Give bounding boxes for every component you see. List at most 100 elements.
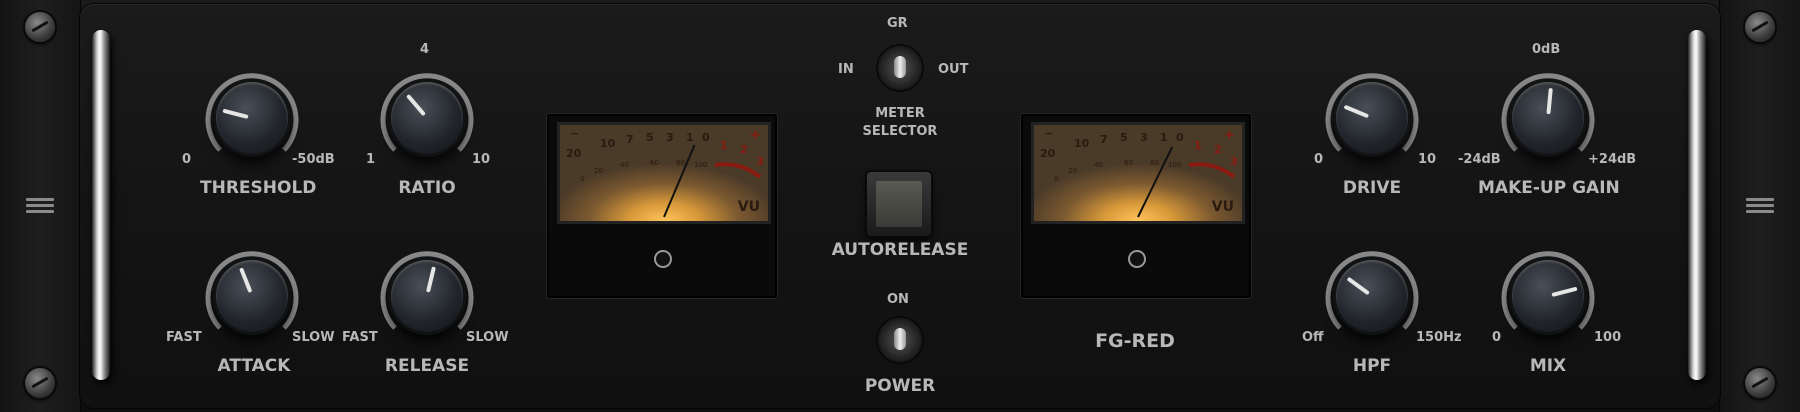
hpf-knob[interactable] <box>1336 260 1408 332</box>
makeup-max-label: +24dB <box>1588 152 1637 167</box>
vu-tick-label: 0 <box>1176 131 1184 144</box>
knob-indicator-icon <box>1346 276 1370 296</box>
vent-icon <box>1746 198 1774 216</box>
vu-tick-label: 10 <box>600 137 616 150</box>
vu-tick-label: 0 <box>702 131 710 144</box>
vu-tick-label: 5 <box>646 131 654 144</box>
threshold-label: THRESHOLD <box>200 178 317 198</box>
vu-tick-label: − <box>1044 127 1053 140</box>
ratio-max-label: 10 <box>472 152 491 167</box>
power-switch[interactable] <box>878 318 922 362</box>
drive-min-label: 0 <box>1314 152 1324 167</box>
vu-tick-label: 1 <box>720 139 728 152</box>
vu-tick-label: 2 <box>740 143 748 156</box>
threshold-knob[interactable] <box>216 82 288 154</box>
vu-scale-left: − 20 10 7 5 3 1 0 1 2 3 + 0 20 40 60 80 … <box>566 127 764 218</box>
release-label: RELEASE <box>384 356 470 376</box>
screw-icon <box>1745 368 1775 398</box>
vu-tick-label: 20 <box>594 167 603 175</box>
vu-tick-label: + <box>1224 128 1235 143</box>
makeup-top-label: 0dB <box>1532 42 1561 57</box>
vu-meter-face: − 20 10 7 5 3 1 0 1 2 3 + 0 20 40 60 80 … <box>557 122 771 224</box>
vu-tick-label: 2 <box>1214 143 1222 156</box>
knob-indicator-icon <box>1551 286 1578 297</box>
meter-selector-switch[interactable] <box>878 46 922 90</box>
vu-tick-label: 100 <box>1168 161 1181 169</box>
threshold-max-label: -50dB <box>292 152 335 167</box>
vu-meter-left: − 20 10 7 5 3 1 0 1 2 3 + 0 20 40 60 80 … <box>546 113 778 299</box>
vu-tick-label: + <box>750 128 761 143</box>
vu-tick-label: 80 <box>1150 159 1159 167</box>
zero-adjust-screw-icon[interactable] <box>1128 250 1146 268</box>
attack-label: ATTACK <box>217 356 291 376</box>
vu-tick-label: 7 <box>1100 133 1108 146</box>
vu-tick-label: 20 <box>1040 147 1056 160</box>
power-label: POWER <box>864 376 936 396</box>
mix-label: MIX <box>1529 356 1567 376</box>
rack-ear-right <box>1719 0 1800 412</box>
vu-tick-label: 100 <box>694 161 707 169</box>
vu-tick-label: 60 <box>650 159 659 167</box>
vu-tick-label: 80 <box>676 159 685 167</box>
ratio-knob[interactable] <box>391 82 463 154</box>
threshold-min-label: 0 <box>182 152 192 167</box>
hpf-label: HPF <box>1352 356 1392 376</box>
vu-tick-label: 60 <box>1124 159 1133 167</box>
makeup-min-label: -24dB <box>1458 152 1501 167</box>
drive-label: DRIVE <box>1342 178 1402 198</box>
vu-tick-label: 20 <box>566 147 582 160</box>
vu-tick-label: 40 <box>620 161 629 169</box>
release-max-label: SLOW <box>466 330 509 345</box>
rack-handle-right <box>1688 30 1706 380</box>
mix-max-label: 100 <box>1594 330 1622 345</box>
vu-tick-label: 1 <box>686 131 694 144</box>
rack-ear-left <box>0 0 81 412</box>
hpf-min-label: Off <box>1302 330 1324 345</box>
vu-tick-label: 3 <box>666 131 674 144</box>
knob-indicator-icon <box>425 266 436 293</box>
release-knob[interactable] <box>391 260 463 332</box>
ratio-top-label: 4 <box>420 42 430 57</box>
vu-tick-label: 7 <box>626 133 634 146</box>
meter-selector-out-label: OUT <box>938 62 969 77</box>
mix-knob[interactable] <box>1512 260 1584 332</box>
screw-icon <box>25 368 55 398</box>
vu-unit-label: VU <box>1211 199 1234 215</box>
attack-knob[interactable] <box>216 260 288 332</box>
vu-unit-label: VU <box>737 199 760 215</box>
vu-tick-label: 3 <box>1230 155 1238 168</box>
meter-selector-label-1: METER <box>875 106 925 121</box>
screw-icon <box>25 12 55 42</box>
knob-indicator-icon <box>405 93 426 117</box>
brand-name: FG-RED <box>1095 330 1175 352</box>
knob-indicator-icon <box>1546 87 1553 115</box>
plugin-rack: 0 -50dB THRESHOLD 4 1 10 RATIO FAST SLOW… <box>0 0 1800 412</box>
drive-knob[interactable] <box>1336 82 1408 154</box>
vu-scale-right: − 20 10 7 5 3 1 0 1 2 3 + 0 20 40 60 80 … <box>1040 127 1238 218</box>
vu-tick-label: 20 <box>1068 167 1077 175</box>
mix-min-label: 0 <box>1492 330 1502 345</box>
attack-min-label: FAST <box>166 330 202 345</box>
vu-tick-label: 10 <box>1074 137 1090 150</box>
makeup-gain-knob[interactable] <box>1512 82 1584 154</box>
vu-tick-label: 0 <box>1054 175 1058 183</box>
autorelease-button[interactable] <box>867 172 931 236</box>
vent-icon <box>26 198 54 216</box>
vu-tick-label: 3 <box>756 155 764 168</box>
knob-indicator-icon <box>222 108 249 119</box>
vu-tick-label: 1 <box>1194 139 1202 152</box>
meter-selector-in-label: IN <box>838 62 854 77</box>
vu-tick-label: − <box>570 127 579 140</box>
vu-needle-left <box>663 144 696 218</box>
vu-tick-label: 1 <box>1160 131 1168 144</box>
drive-max-label: 10 <box>1418 152 1437 167</box>
vu-meter-face: − 20 10 7 5 3 1 0 1 2 3 + 0 20 40 60 80 … <box>1031 122 1245 224</box>
zero-adjust-screw-icon[interactable] <box>654 250 672 268</box>
meter-selector-gr-label: GR <box>887 16 908 31</box>
rack-handle-left <box>92 30 110 380</box>
vu-tick-label: 40 <box>1094 161 1103 169</box>
knob-indicator-icon <box>239 267 253 294</box>
autorelease-label: AUTORELEASE <box>831 240 969 260</box>
vu-needle-right <box>1137 146 1174 218</box>
hpf-max-label: 150Hz <box>1416 330 1462 345</box>
